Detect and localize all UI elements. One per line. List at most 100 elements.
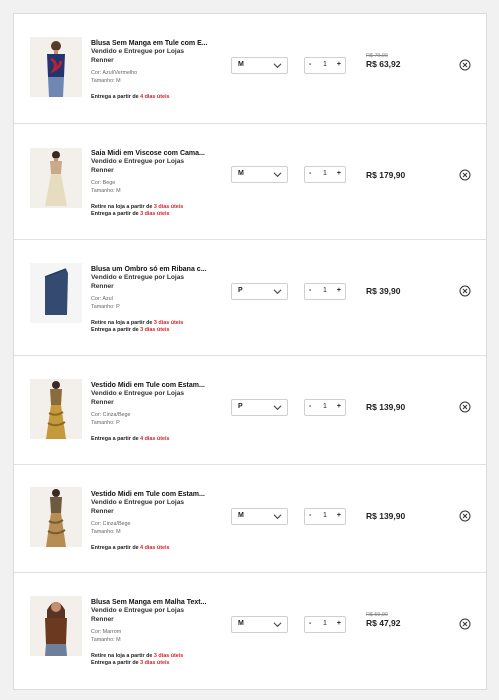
product-info: Vestido Midi em Tule com Estam... Vendid…: [91, 381, 216, 443]
product-name[interactable]: Saia Midi em Viscose com Cama...: [91, 149, 216, 158]
current-price: R$ 179,90: [366, 170, 406, 180]
quantity-decrease-button[interactable]: -: [309, 403, 311, 410]
product-image[interactable]: [30, 596, 82, 656]
quantity-increase-button[interactable]: +: [337, 170, 341, 177]
delivery-info: Entrega a partir de 4 dias úteis: [91, 545, 216, 552]
size-select[interactable]: P: [231, 283, 288, 300]
product-color: Cor: Cinza/Bege: [91, 412, 131, 418]
cart-item: Blusa Sem Manga em Malha Text... Vendido…: [14, 573, 486, 689]
size-select[interactable]: M: [231, 616, 288, 633]
product-size: Tamanho: M: [91, 77, 121, 84]
cart-item: Vestido Midi em Tule com Estam... Vendid…: [14, 465, 486, 573]
quantity-increase-button[interactable]: +: [337, 287, 341, 294]
chevron-down-icon: [273, 172, 282, 178]
product-color: Cor: Azul: [91, 296, 113, 302]
product-color: Cor: Bege: [91, 180, 116, 186]
delivery-info: Entrega a partir de 4 dias úteis: [91, 94, 216, 101]
product-color: Cor: Marrom: [91, 629, 122, 635]
size-select[interactable]: M: [231, 166, 288, 183]
product-info: Blusa Sem Manga em Malha Text... Vendido…: [91, 598, 216, 666]
product-image[interactable]: [30, 487, 82, 547]
quantity-stepper: - 1 +: [304, 166, 346, 183]
price-block: R$ 179,90: [366, 170, 426, 181]
seller-name: Renner: [91, 282, 114, 290]
product-image[interactable]: [30, 37, 82, 97]
close-circle-icon: [459, 285, 471, 297]
product-size: Tamanho: M: [91, 528, 121, 535]
size-value: M: [238, 170, 244, 177]
delivery-info: Retire na loja a partir de 3 dias úteis …: [91, 204, 216, 217]
seller-text: Vendido e Entregue por Lojas: [91, 499, 185, 506]
quantity-value: 1: [323, 170, 327, 177]
product-name[interactable]: Blusa Sem Manga em Tule com E...: [91, 39, 216, 48]
product-attributes: Cor: Bege Tamanho: M: [91, 180, 216, 195]
seller-text: Vendido e Entregue por Lojas: [91, 607, 185, 614]
delivery-info: Entrega a partir de 4 dias úteis: [91, 436, 216, 443]
chevron-down-icon: [273, 622, 282, 628]
seller-name: Renner: [91, 507, 114, 515]
current-price: R$ 47,92: [366, 618, 401, 628]
quantity-value: 1: [323, 403, 327, 410]
product-size: Tamanho: P: [91, 303, 120, 310]
quantity-stepper: - 1 +: [304, 57, 346, 74]
remove-item-button[interactable]: [459, 285, 471, 297]
seller-text: Vendido e Entregue por Lojas: [91, 274, 185, 281]
quantity-stepper: - 1 +: [304, 508, 346, 525]
size-value: M: [238, 620, 244, 627]
product-image[interactable]: [30, 263, 82, 323]
current-price: R$ 39,90: [366, 286, 401, 296]
size-select[interactable]: M: [231, 508, 288, 525]
quantity-increase-button[interactable]: +: [337, 403, 341, 410]
quantity-value: 1: [323, 620, 327, 627]
seller-name: Renner: [91, 166, 114, 174]
chevron-down-icon: [273, 289, 282, 295]
cart-item: Vestido Midi em Tule com Estam... Vendid…: [14, 356, 486, 465]
remove-item-button[interactable]: [459, 59, 471, 71]
pickup-line: Retire na loja a partir de 3 dias úteis: [91, 320, 184, 326]
close-circle-icon: [459, 510, 471, 522]
size-value: M: [238, 61, 244, 68]
close-circle-icon: [459, 401, 471, 413]
product-name[interactable]: Vestido Midi em Tule com Estam...: [91, 490, 216, 499]
seller-name: Renner: [91, 398, 114, 406]
quantity-value: 1: [323, 512, 327, 519]
cart-items-panel: Blusa Sem Manga em Tule com E... Vendido…: [13, 13, 487, 690]
size-select[interactable]: P: [231, 399, 288, 416]
product-name[interactable]: Vestido Midi em Tule com Estam...: [91, 381, 216, 390]
quantity-increase-button[interactable]: +: [337, 620, 341, 627]
product-name[interactable]: Blusa um Ombro só em Ribana c...: [91, 265, 216, 274]
product-name[interactable]: Blusa Sem Manga em Malha Text...: [91, 598, 216, 607]
product-attributes: Cor: Azul/Vermelho Tamanho: M: [91, 70, 216, 85]
cart-item: Blusa Sem Manga em Tule com E... Vendido…: [14, 14, 486, 124]
product-info: Blusa Sem Manga em Tule com E... Vendido…: [91, 39, 216, 101]
product-info: Blusa um Ombro só em Ribana c... Vendido…: [91, 265, 216, 333]
product-image[interactable]: [30, 379, 82, 439]
delivery-line: Entrega a partir de 4 dias úteis: [91, 94, 170, 100]
remove-item-button[interactable]: [459, 169, 471, 181]
quantity-decrease-button[interactable]: -: [309, 170, 311, 177]
product-attributes: Cor: Marrom Tamanho: M: [91, 629, 216, 644]
cart-item: Blusa um Ombro só em Ribana c... Vendido…: [14, 240, 486, 356]
price-block: R$ 139,90: [366, 402, 426, 413]
delivery-line: Entrega a partir de 3 dias úteis: [91, 210, 170, 217]
delivery-info: Retire na loja a partir de 3 dias úteis …: [91, 320, 216, 333]
size-select[interactable]: M: [231, 57, 288, 74]
current-price: R$ 139,90: [366, 511, 406, 521]
quantity-increase-button[interactable]: +: [337, 512, 341, 519]
product-color: Cor: Cinza/Bege: [91, 521, 131, 527]
quantity-decrease-button[interactable]: -: [309, 512, 311, 519]
seller-name: Renner: [91, 56, 114, 64]
delivery-info: Retire na loja a partir de 3 dias úteis …: [91, 653, 216, 666]
product-image[interactable]: [30, 148, 82, 208]
quantity-decrease-button[interactable]: -: [309, 61, 311, 68]
quantity-increase-button[interactable]: +: [337, 61, 341, 68]
delivery-line: Entrega a partir de 3 dias úteis: [91, 326, 170, 333]
remove-item-button[interactable]: [459, 510, 471, 522]
quantity-decrease-button[interactable]: -: [309, 287, 311, 294]
current-price: R$ 63,92: [366, 59, 401, 69]
remove-item-button[interactable]: [459, 401, 471, 413]
price-block: R$ 59,90 R$ 47,92: [366, 612, 426, 629]
product-attributes: Cor: Azul Tamanho: P: [91, 296, 216, 311]
quantity-decrease-button[interactable]: -: [309, 620, 311, 627]
remove-item-button[interactable]: [459, 618, 471, 630]
